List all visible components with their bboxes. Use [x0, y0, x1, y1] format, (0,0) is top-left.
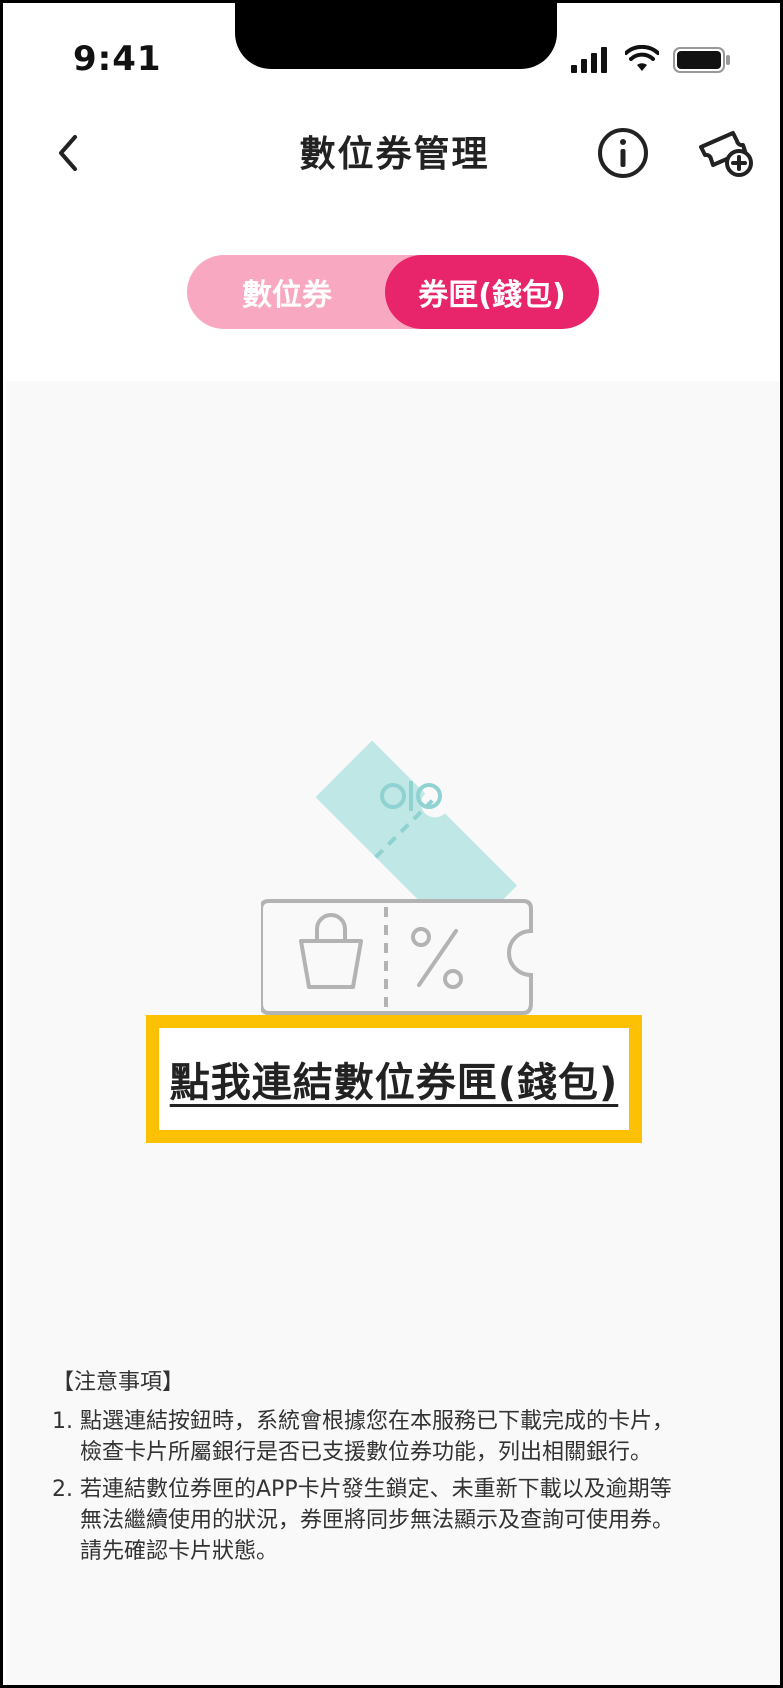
- info-button[interactable]: [595, 125, 651, 181]
- info-circle-icon: [598, 128, 648, 178]
- status-bar: 9:41: [3, 3, 780, 113]
- notch: [235, 3, 557, 69]
- note-item: 1. 點選連結按鈕時，系統會根據您在本服務已下載完成的卡片， 檢查卡片所屬銀行是…: [52, 1406, 762, 1468]
- back-button[interactable]: [43, 123, 93, 183]
- page-title: 數位券管理: [299, 134, 490, 175]
- status-time: 9:41: [73, 39, 162, 79]
- notes-title: 【注意事項】: [52, 1370, 185, 1395]
- nav-bar: 數位券管理: [3, 103, 780, 203]
- note-item: 2. 若連結數位券匣的APP卡片發生鎖定、未重新下載以及逾期等 無法繼續使用的狀…: [52, 1474, 762, 1567]
- main-content: 點我連結數位券匣(錢包) 【注意事項】 1. 點選連結按鈕時，系統會根據您在本服…: [6, 381, 780, 1685]
- tab-coupon-wallet[interactable]: 券匣(錢包): [385, 255, 599, 329]
- coupon-wallet-illustration: [261, 741, 533, 1015]
- tab-switcher: 數位券 券匣(錢包): [187, 255, 599, 329]
- phone-screen: 9:41 數位券管理 數位券 券匣(錢包) 點我連結數位券匣(錢包) 【注意事項…: [0, 0, 783, 1688]
- notes-section: 【注意事項】 1. 點選連結按鈕時，系統會根據您在本服務已下載完成的卡片， 檢查…: [52, 1367, 762, 1573]
- shopping-ticket-icon: [261, 899, 533, 1015]
- ticket-add-icon: [699, 131, 753, 177]
- note-text: 若連結數位券匣的APP卡片發生鎖定、未重新下載以及逾期等 無法繼續使用的狀況，券…: [80, 1477, 675, 1564]
- connect-wallet-link[interactable]: 點我連結數位券匣(錢包): [170, 1050, 619, 1108]
- chevron-left-icon: [59, 135, 77, 171]
- battery-icon: [673, 47, 730, 73]
- tab-digital-coupon[interactable]: 數位券: [187, 255, 387, 329]
- signal-icon: [571, 47, 607, 73]
- add-ticket-button[interactable]: [695, 125, 755, 181]
- wifi-icon: [625, 45, 659, 71]
- connect-wallet-highlight: 點我連結數位券匣(錢包): [146, 1015, 642, 1143]
- note-number: 1.: [52, 1409, 73, 1434]
- note-number: 2.: [52, 1477, 73, 1502]
- note-text: 點選連結按鈕時，系統會根據您在本服務已下載完成的卡片， 檢查卡片所屬銀行是否已支…: [80, 1409, 675, 1465]
